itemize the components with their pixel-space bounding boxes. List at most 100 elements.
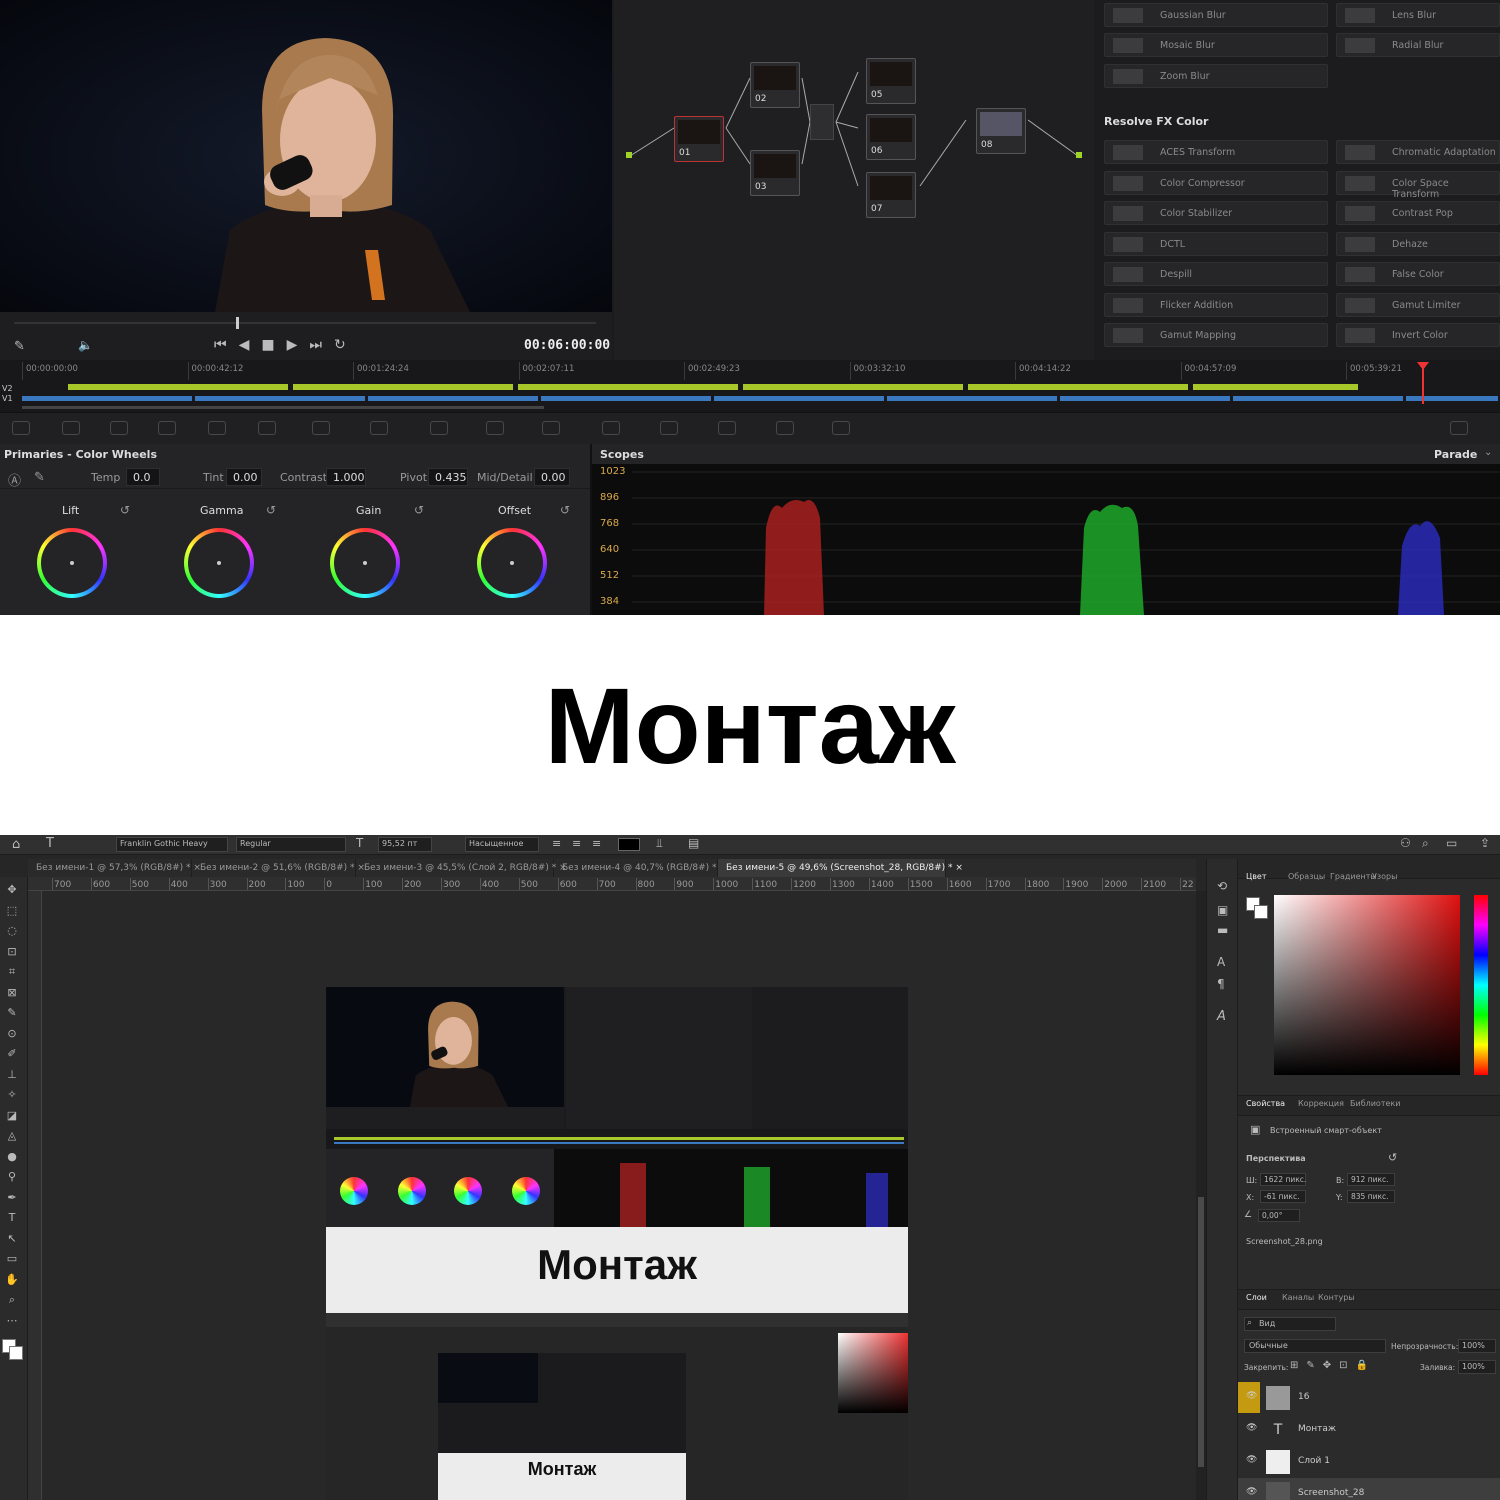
toolbar-tool-icon[interactable] — [430, 421, 448, 435]
offset-handle[interactable] — [510, 561, 514, 565]
picker-icon[interactable]: ✎ — [14, 339, 25, 354]
document-tab[interactable]: Без имени-4 @ 40,7% (RGB/8#) * × — [554, 859, 727, 877]
fx-dehaze[interactable]: Dehaze — [1336, 231, 1500, 256]
reset-transform-icon[interactable]: ↺ — [1388, 1151, 1397, 1164]
timeline-scrollbar[interactable] — [22, 406, 544, 409]
text-color-swatch[interactable] — [618, 838, 640, 851]
toolbar-tool-icon[interactable] — [312, 421, 330, 435]
pivot-field[interactable]: 0.435 — [428, 468, 468, 486]
node-05[interactable]: 05 — [866, 58, 916, 104]
layer-filter-search[interactable]: Вид ⌕ — [1244, 1317, 1336, 1331]
workspace-icon[interactable]: ▭ — [1446, 836, 1457, 850]
panel-tab[interactable]: Коррекция — [1298, 1099, 1344, 1108]
panel-tab[interactable]: Контуры — [1318, 1293, 1355, 1302]
angle-field[interactable]: 0,00° — [1258, 1209, 1300, 1222]
font-style-select[interactable]: Regular — [236, 837, 346, 852]
layer-montazh[interactable]: 👁 T Монтаж — [1238, 1413, 1500, 1445]
reset-gamma-icon[interactable]: ↺ — [266, 503, 276, 517]
toolbar-tool-icon[interactable] — [542, 421, 560, 435]
rectangle-tool-icon[interactable]: ▭ — [4, 1252, 20, 1266]
history-icon[interactable]: ⟲ — [1217, 879, 1227, 893]
lock-icons[interactable]: ⊞✎✥⊡🔒 — [1290, 1360, 1376, 1371]
visibility-eye-icon[interactable]: 👁 — [1246, 1423, 1258, 1435]
panel-tab[interactable]: Градиенты — [1330, 872, 1377, 881]
track-v1[interactable] — [22, 396, 1498, 401]
eyedropper-tool-icon[interactable]: ✎ — [4, 1006, 20, 1020]
document-tab[interactable]: Без имени-3 @ 45,5% (Слой 2, RGB/8#) * × — [356, 859, 567, 877]
fx-gamut-mapping[interactable]: Gamut Mapping — [1104, 323, 1328, 347]
width-field[interactable]: 1622 пикс. — [1260, 1173, 1306, 1186]
fill-field[interactable]: 100% — [1458, 1360, 1496, 1374]
fx-color-stabilizer[interactable]: Color Stabilizer — [1104, 201, 1328, 225]
toolbar-tool-icon[interactable] — [832, 421, 850, 435]
output-pin[interactable] — [1076, 152, 1082, 158]
toolbar-tool-icon[interactable] — [208, 421, 226, 435]
fx-gaussian-blur[interactable]: Gaussian Blur — [1104, 3, 1328, 27]
bg-swatch[interactable] — [1254, 905, 1268, 919]
panel-tab[interactable]: Свойства — [1246, 1099, 1285, 1108]
lasso-tool-icon[interactable]: ◌ — [4, 924, 20, 938]
crop-tool-icon[interactable]: ⌗ — [4, 965, 20, 979]
toolbar-tool-icon[interactable] — [370, 421, 388, 435]
node-01[interactable]: 01 — [674, 116, 724, 162]
close-icon[interactable]: × — [953, 863, 963, 873]
object-select-tool-icon[interactable]: ⊡ — [4, 945, 20, 959]
y-field[interactable]: 835 пикс. — [1347, 1190, 1395, 1203]
fx-false-color[interactable]: False Color — [1336, 262, 1500, 286]
warp-text-icon[interactable]: ⫫ — [656, 836, 663, 851]
canvas-scrollbar[interactable] — [1196, 891, 1206, 1500]
volume-icon[interactable]: 🔈 — [78, 338, 93, 352]
fx-dctl[interactable]: DCTL — [1104, 231, 1328, 256]
stamp-tool-icon[interactable]: ⊥ — [4, 1068, 20, 1082]
opacity-field[interactable]: 100% — [1458, 1339, 1496, 1353]
paragraph-icon[interactable]: ¶ — [1217, 977, 1225, 991]
panel-tab[interactable]: Цвет — [1246, 872, 1267, 881]
more-tool-icon[interactable]: ⋯ — [4, 1314, 20, 1328]
visibility-eye-icon[interactable]: 👁 — [1246, 1455, 1258, 1467]
document-canvas[interactable]: Монтаж Монтаж — [326, 987, 908, 1500]
layer-sloy-1[interactable]: 👁 Слой 1 — [1238, 1445, 1500, 1477]
fx-contrast-pop[interactable]: Contrast Pop — [1336, 201, 1500, 225]
healing-tool-icon[interactable]: ⊙ — [4, 1027, 20, 1041]
eraser-tool-icon[interactable]: ◪ — [4, 1109, 20, 1123]
toolbar-tool-icon[interactable] — [12, 421, 30, 435]
antialias-select[interactable]: Насыщенное — [465, 837, 539, 852]
fx-zoom-blur[interactable]: Zoom Blur — [1104, 64, 1328, 88]
character-panel-icon[interactable]: ▤ — [688, 836, 699, 850]
zoom-tool-icon[interactable]: ⌕ — [4, 1293, 20, 1307]
tint-field[interactable]: 0.00 — [226, 468, 262, 486]
x-field[interactable]: -61 пикс. — [1260, 1190, 1306, 1203]
auto-balance-icon[interactable]: Ⓐ — [8, 470, 21, 489]
frame-tool-icon[interactable]: ⊠ — [4, 986, 20, 1000]
hue-slider[interactable] — [1474, 895, 1488, 1075]
glyphs-icon[interactable]: A — [1217, 1009, 1226, 1024]
reset-lift-icon[interactable]: ↺ — [120, 503, 130, 517]
brush-tool-icon[interactable]: ✐ — [4, 1047, 20, 1061]
picker-icon[interactable]: ✎ — [34, 470, 45, 485]
document-tab[interactable]: Без имени-2 @ 51,6% (RGB/8#) * × — [192, 859, 365, 877]
lift-handle[interactable] — [70, 561, 74, 565]
fx-mosaic-blur[interactable]: Mosaic Blur — [1104, 33, 1328, 57]
mini-timeline[interactable]: V2 V1 00:00:00:00 00:00:42:12 00:01:24:24 0… — [0, 360, 1500, 412]
toolbar-tool-icon[interactable] — [602, 421, 620, 435]
toolbar-tool-icon[interactable] — [486, 421, 504, 435]
reset-offset-icon[interactable]: ↺ — [560, 503, 570, 517]
document-tab[interactable]: Без имени-1 @ 57,3% (RGB/8#) * × — [28, 859, 201, 877]
export-icon[interactable]: ⇪ — [1480, 836, 1490, 850]
node-06[interactable]: 06 — [866, 114, 916, 160]
scopes-mode-dropdown[interactable]: Parade — [1434, 448, 1477, 461]
panel-tab[interactable]: Образцы — [1288, 872, 1325, 881]
reset-gain-icon[interactable]: ↺ — [414, 503, 424, 517]
fx-color-compressor[interactable]: Color Compressor — [1104, 170, 1328, 195]
fx-color-space-transform[interactable]: Color Space Transform — [1336, 170, 1500, 200]
text-tool-icon[interactable]: T — [46, 836, 54, 851]
node-08[interactable]: 08 — [976, 108, 1026, 154]
actions-icon[interactable]: ▣ — [1217, 903, 1228, 917]
node-02[interactable]: 02 — [750, 62, 800, 108]
fx-aces-transform[interactable]: ACES Transform — [1104, 140, 1328, 164]
node-03[interactable]: 03 — [750, 150, 800, 196]
toolbar-tool-icon[interactable] — [110, 421, 128, 435]
blend-mode-select[interactable]: Обычные — [1244, 1339, 1386, 1353]
fx-gamut-limiter[interactable]: Gamut Limiter — [1336, 292, 1500, 317]
align-right-icon[interactable]: ≡ — [592, 837, 601, 850]
